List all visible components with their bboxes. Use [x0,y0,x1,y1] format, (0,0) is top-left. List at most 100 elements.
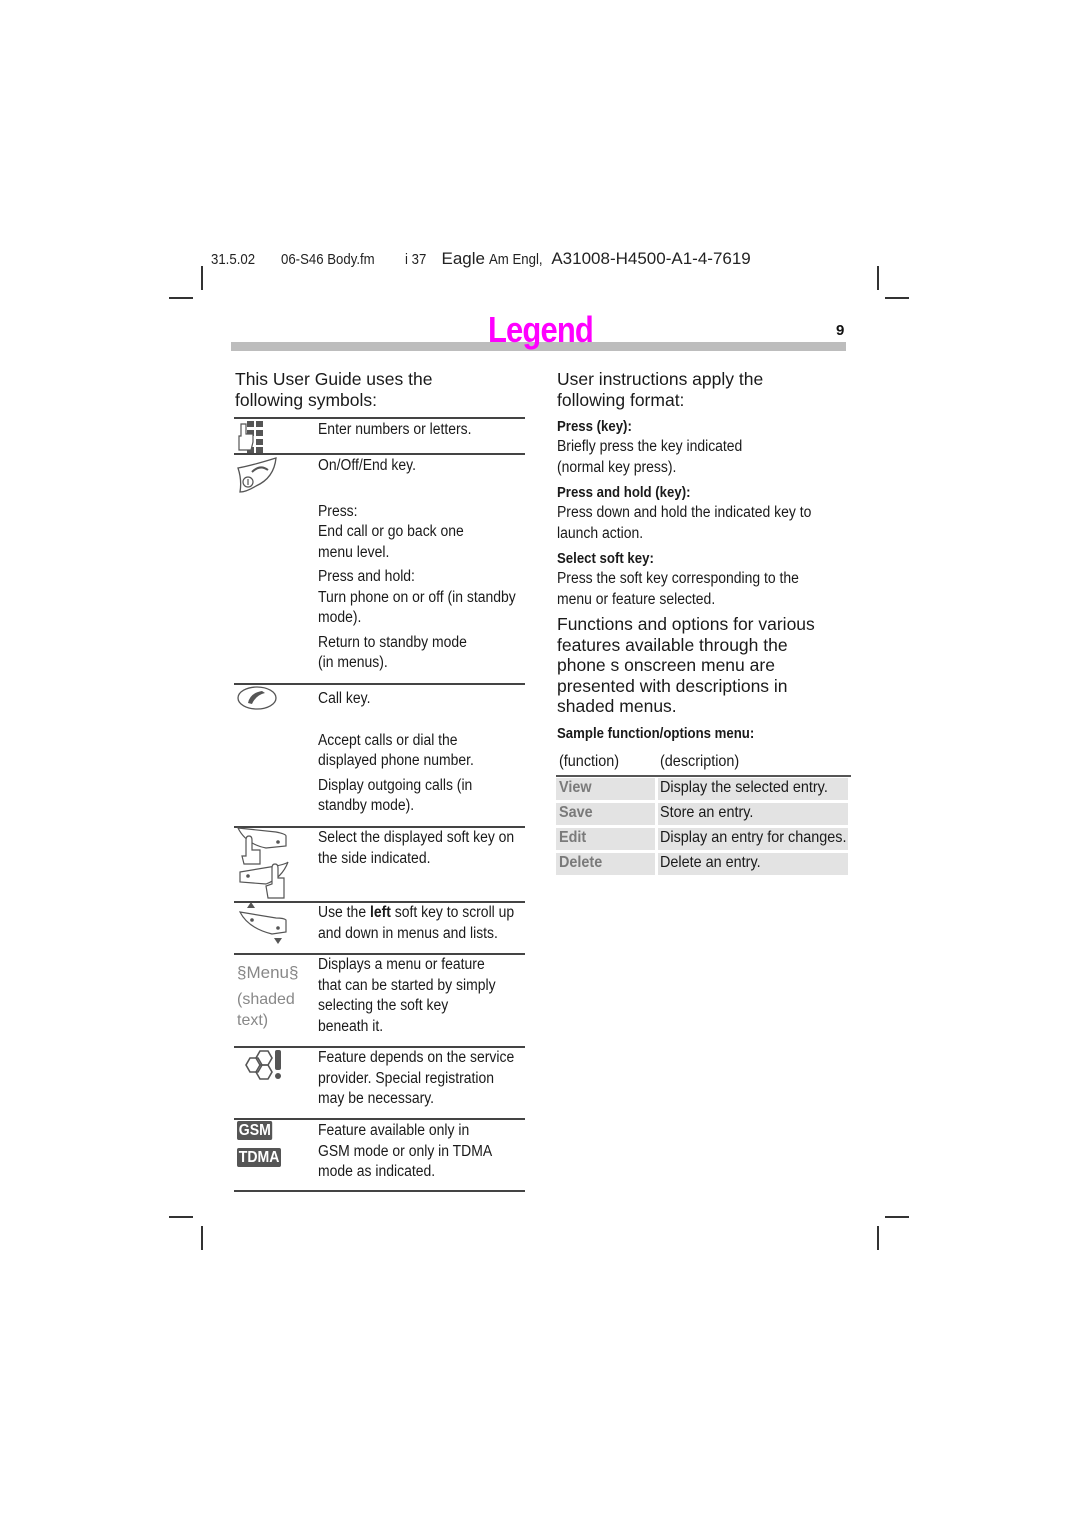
paragraph-line: shaded menus. [557,696,677,716]
menu-description: Delete an entry. [658,853,848,875]
symbol-description: Call key. Accept calls or dial the displ… [318,689,474,817]
shaded-note: (shaded [237,991,295,1008]
function-label: View [559,779,592,796]
symbol-description: Displays a menu or feature that can be s… [318,955,496,1037]
description-line: beneath it. [318,1017,384,1035]
left-intro: This User Guide uses the following symbo… [235,369,432,411]
format-line: launch action. [557,524,644,542]
divider [234,1118,525,1120]
sample-heading: Sample function/options menu: [557,725,755,742]
description-line: selecting the soft key [318,997,449,1014]
description-line: and down in menus and lists. [318,924,498,942]
header-date: 31.5.02 [211,251,256,268]
divider [234,1190,525,1192]
format-line: Briefly press the key indicated [557,438,743,455]
description-text: Display an entry for changes. [660,829,847,846]
header-doc-name: Eagle [441,249,485,268]
paragraph-line: Functions and options for various [557,614,815,634]
soft-key-hand-icon [236,826,290,905]
format-line: Press the soft key corresponding to the [557,570,799,587]
menu-function-view[interactable]: View [556,778,655,800]
description-line: Feature available only in [318,1122,470,1139]
description-line: (in menus). [318,654,388,671]
description-line: Call key. [318,690,371,707]
description-text: Delete an entry. [660,854,761,871]
description-line: mode). [318,609,362,626]
description-line: On/Off/End key. [318,457,416,474]
paragraph-line: presented with descriptions in [557,675,788,696]
header-file: 06-S46 Body.fm [281,251,375,268]
format-heading: Press and hold (key): [557,484,691,501]
format-line: (normal key press). [557,458,677,476]
symbol-description: On/Off/End key. Press: End call or go ba… [318,456,516,674]
tdma-badge: TDMA [237,1148,282,1167]
header-page-ref: i 37 [405,251,427,268]
right-intro: User instructions apply the following fo… [557,369,763,411]
menu-function-delete[interactable]: Delete [556,853,655,875]
description-line: GSM mode or only in TDMA [318,1142,493,1160]
format-line: Press down and hold the indicated key to [557,504,812,521]
divider [234,417,525,419]
description-line: Displays a menu or feature [318,956,485,973]
symbol-description: Feature available only in GSM mode or on… [318,1121,492,1183]
description-line: Press and hold: [318,568,415,585]
description-line: displayed phone number. [318,752,474,769]
page-number: 9 [836,322,845,339]
description-line: that can be started by simply [318,976,496,994]
symbol-description: Use the left soft key to scroll up and d… [318,903,514,944]
left-intro-line: This User Guide uses the [235,369,433,389]
format-line: menu or feature selected. [557,590,716,608]
functions-paragraph: Functions and options for various featur… [557,614,815,717]
description-line: Accept calls or dial the [318,731,458,749]
crop-mark [201,1226,203,1250]
description-line: Display outgoing calls (in [318,776,473,794]
menu-description: Display an entry for changes. [658,828,848,850]
description-line: Enter numbers or letters. [318,421,472,438]
description-line: Use the left soft key to scroll up [318,903,514,924]
format-list: Press (key): Briefly press the key indic… [557,417,840,610]
symbol-description: Select the displayed soft key on the sid… [318,828,514,869]
function-label: Edit [559,829,587,846]
description-line: Return to standby mode [318,633,467,651]
header-doc-code: A31008-H4500-A1-4-7619 [551,249,751,268]
format-heading: Select soft key: [557,550,654,567]
symbol-description: Feature depends on the service provider.… [318,1048,514,1110]
description-line: mode as indicated. [318,1163,436,1180]
menu-shaded-text: §Menu§ (shaded text) [237,962,298,1031]
description-text: Store an entry. [660,804,754,821]
right-intro-line: following format: [557,390,685,410]
menu-description: Display the selected entry. [658,778,848,800]
column-header-function: (function) [559,753,620,770]
description-line: Press: [318,502,358,520]
crop-mark [877,1226,879,1250]
crop-mark [877,266,879,290]
description-line: Turn phone on or off (in standby [318,588,516,606]
function-label: Save [559,804,593,821]
paragraph-line: phone s onscreen menu are [557,655,775,675]
description-line: End call or go back one [318,523,464,540]
crop-mark [885,1216,909,1218]
format-heading: Press (key): [557,418,632,435]
description-line: the side indicated. [318,849,431,867]
shaded-note: text) [237,1012,269,1029]
function-label: Delete [559,854,603,871]
print-header: 31.5.02 06-S46 Body.fm i 37 Eagle Am Eng… [211,249,751,269]
text-run: Use the [318,904,370,921]
menu-function-save[interactable]: Save [556,803,655,825]
text-run: soft key to scroll up [390,904,515,921]
soft-key-scroll-icon [236,902,290,951]
description-line: Feature depends on the service [318,1049,515,1066]
right-intro-line: User instructions apply the [557,369,764,389]
column-header-description: (description) [660,753,740,770]
description-line: menu level. [318,543,390,561]
gsm-badge: GSM [237,1121,273,1140]
service-provider-icon [242,1049,286,1086]
emphasis-left: left [369,904,391,921]
menu-description: Store an entry. [658,803,848,825]
description-line: Select the displayed soft key on [318,829,515,846]
paragraph-line: features available through the [557,634,788,655]
page-title: Legend [488,309,594,350]
description-line: provider. Special registration [318,1069,495,1087]
menu-function-edit[interactable]: Edit [556,828,655,850]
